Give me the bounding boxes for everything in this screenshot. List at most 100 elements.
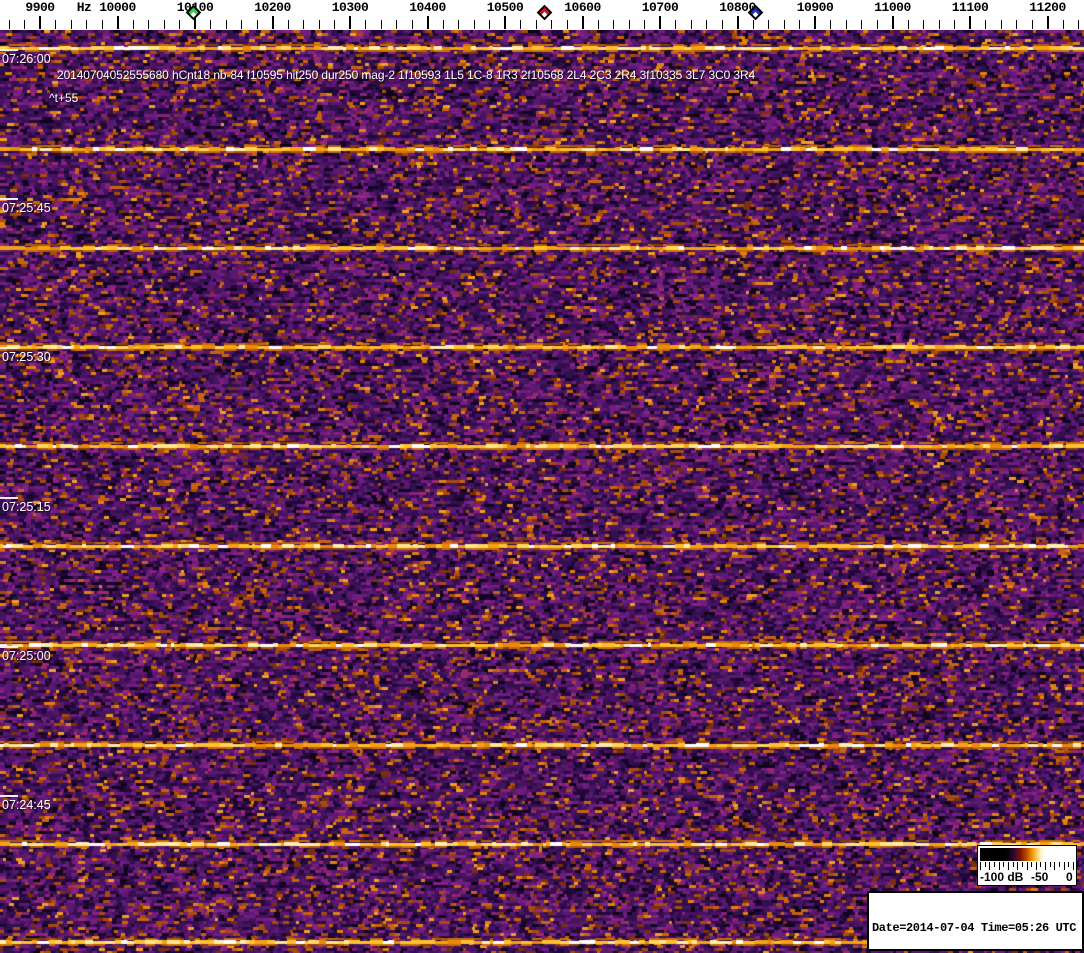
db-tick [1054, 862, 1056, 870]
ruler-label: 10700 [641, 0, 679, 15]
frequency-ruler: 9900100001010010200103001040010500106001… [0, 0, 1084, 30]
db-tick [980, 862, 981, 870]
db-tick [1017, 862, 1019, 870]
ruler-label: 9900 [25, 0, 55, 15]
ruler-tick [535, 20, 537, 29]
spectrogram-waterfall-canvas[interactable] [0, 30, 1084, 953]
ruler-tick [39, 16, 41, 29]
ruler-label: 10600 [564, 0, 601, 15]
ruler-tick [411, 20, 413, 29]
ruler-tick [349, 16, 351, 29]
ruler-tick [24, 20, 25, 29]
ruler-tick [690, 20, 692, 29]
db-tick [1007, 862, 1009, 870]
ruler-tick [287, 20, 289, 29]
station-info-box: Date=2014-07-04 Time=05:26 UTC Freq=143 … [867, 891, 1084, 951]
ruler-tick [8, 20, 10, 29]
db-tick [993, 862, 995, 867]
db-tick [1040, 862, 1042, 867]
ruler-label: 10900 [796, 0, 834, 15]
time-tick [0, 347, 18, 350]
db-tick [1035, 862, 1037, 870]
ruler-tick [644, 20, 645, 29]
db-tick [1012, 862, 1014, 867]
ruler-tick [1046, 16, 1049, 29]
ruler-tick [55, 20, 56, 29]
ruler-tick [334, 20, 335, 29]
ruler-tick [396, 20, 397, 29]
ruler-tick [380, 20, 382, 29]
ruler-label: 10000 [99, 0, 136, 15]
db-scale-legend: -100 dB -50 0 [977, 845, 1077, 886]
ruler-tick [659, 16, 661, 29]
db-tick [1068, 862, 1070, 867]
db-tick [1021, 862, 1023, 867]
ruler-tick [814, 16, 816, 29]
time-label: 07:25:45 [2, 201, 51, 216]
time-label: 07:24:45 [2, 798, 51, 812]
ruler-label: 10200 [254, 0, 291, 15]
db-tick [1003, 862, 1005, 867]
ruler-tick [799, 20, 800, 29]
ruler-tick [520, 20, 521, 29]
db-tick [1059, 862, 1061, 867]
ruler-tick [489, 20, 490, 29]
db-tick [1045, 862, 1047, 870]
time-tick [0, 645, 18, 648]
ruler-label: 10400 [409, 0, 446, 15]
ruler-tick [1000, 20, 1002, 29]
ruler-tick [721, 20, 723, 29]
ruler-tick [597, 20, 599, 29]
time-tick [0, 49, 18, 51]
ruler-tick [132, 20, 134, 29]
time-tick [0, 795, 18, 797]
time-tick [0, 496, 18, 499]
ruler-tick [1062, 20, 1064, 29]
ruler-tick [876, 20, 878, 29]
db-scale-label-max: 0 [1066, 870, 1073, 884]
ruler-tick [86, 20, 87, 29]
ruler-tick [504, 16, 506, 29]
time-tick [0, 198, 18, 201]
ruler-tick [891, 16, 894, 29]
ruler-tick [985, 20, 986, 29]
db-tick [984, 862, 986, 867]
ruler-tick [551, 20, 552, 29]
ruler-tick [706, 20, 707, 29]
time-label: 07:25:15 [2, 499, 51, 514]
ruler-tick [426, 16, 429, 29]
cursor-annotation: ^t+55 [49, 91, 79, 105]
ruler-tick [736, 16, 739, 29]
time-label: 07:25:00 [2, 648, 51, 663]
db-scale-label-mid: -50 [1031, 870, 1049, 884]
ruler-tick [148, 20, 149, 29]
ruler-tick [365, 20, 366, 29]
marker-center-dot [541, 11, 547, 18]
ruler-tick [179, 20, 180, 29]
db-scale-label-min: -100 dB [980, 870, 1024, 884]
ruler-tick [907, 20, 909, 29]
db-tick [1049, 862, 1051, 867]
ruler-tick [225, 20, 227, 29]
info-date-time: Date=2014-07-04 Time=05:26 UTC [872, 921, 1077, 935]
db-tick [1063, 862, 1065, 870]
ruler-tick [628, 20, 630, 29]
spectrogram-app-window: 9900100001010010200103001040010500106001… [0, 0, 1084, 953]
ruler-tick [458, 20, 459, 29]
ruler-tick [318, 20, 320, 29]
ruler-tick [923, 20, 924, 29]
ruler-label: 11000 [874, 0, 911, 15]
ruler-tick [271, 16, 274, 29]
ruler-tick [783, 20, 785, 29]
ruler-tick [70, 20, 72, 29]
marker-center-dot [190, 11, 196, 18]
ruler-unit-label: Hz [76, 0, 92, 15]
db-tick [989, 862, 991, 870]
ruler-tick [442, 20, 444, 29]
ruler-label: 10300 [331, 0, 369, 15]
ruler-tick [303, 20, 304, 29]
marker-red-diamond-icon[interactable] [536, 4, 552, 21]
ruler-tick [1031, 20, 1033, 29]
ruler-tick [241, 20, 242, 29]
ruler-label: 10500 [486, 0, 524, 15]
